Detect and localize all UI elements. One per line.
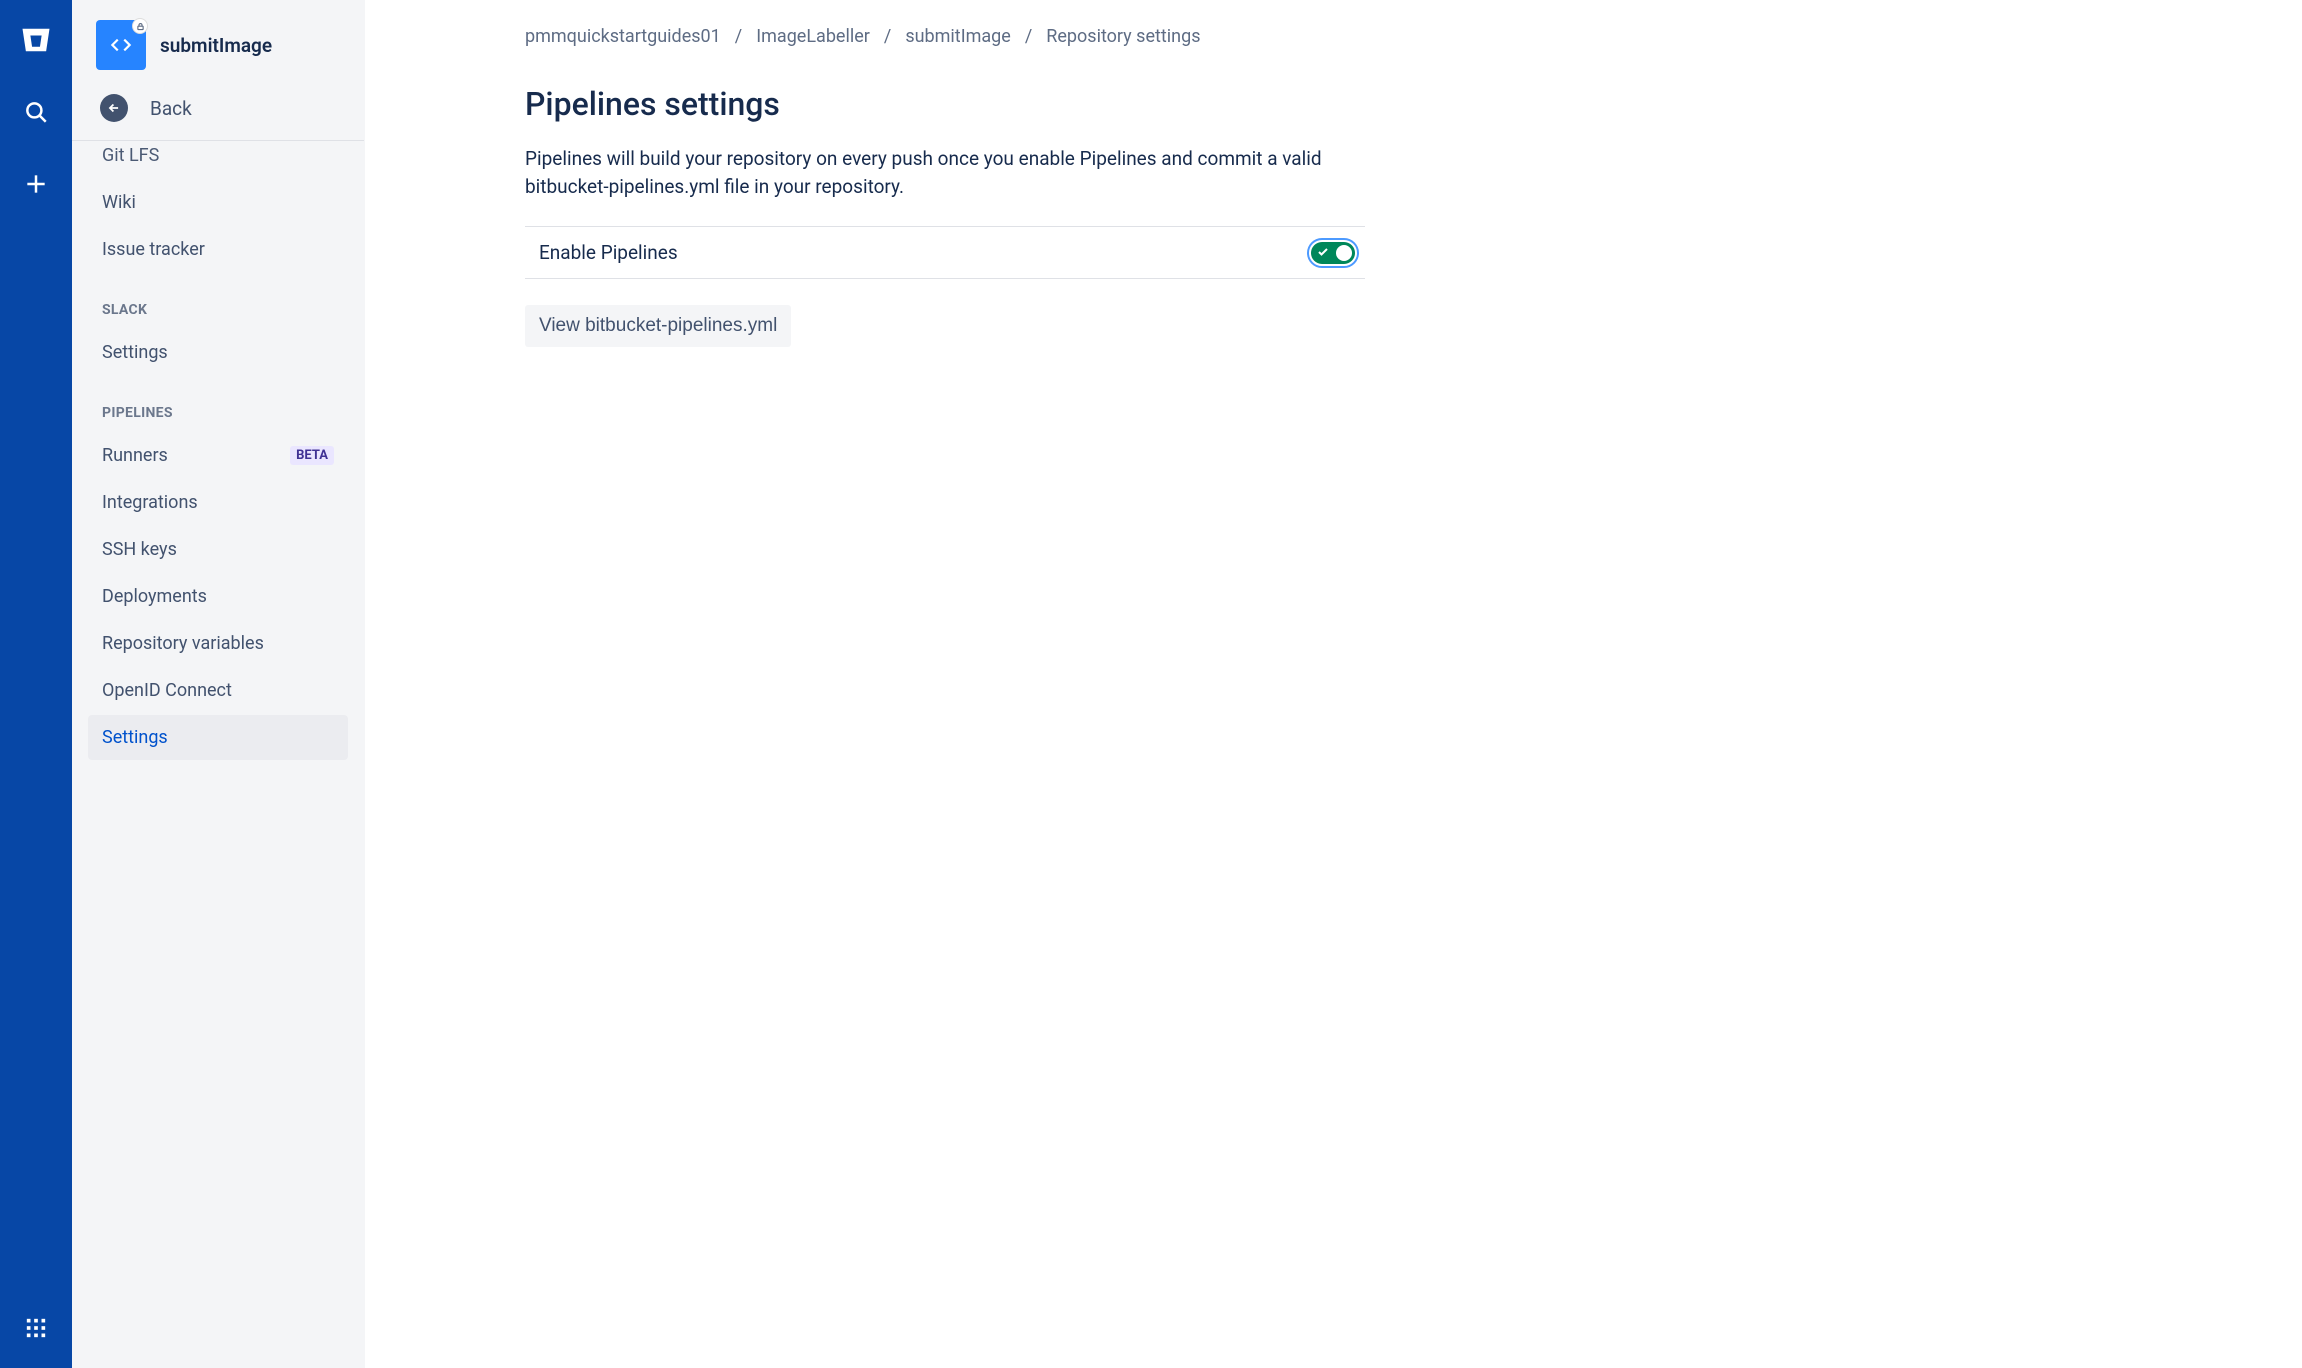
sidebar-item-label: Integrations [102, 492, 198, 513]
view-pipelines-yml-button[interactable]: View bitbucket-pipelines.yml [525, 305, 791, 347]
beta-badge: BETA [290, 446, 334, 465]
sidebar-item-label: Repository variables [102, 633, 264, 654]
main-content: pmmquickstartguides01 / ImageLabeller / … [365, 0, 2302, 1368]
sidebar-item-label: OpenID Connect [102, 680, 232, 701]
plus-icon[interactable] [14, 162, 58, 206]
sidebar-item-git-lfs[interactable]: Git LFS [88, 140, 348, 178]
sidebar-item-label: Settings [102, 727, 168, 748]
sidebar-back-button[interactable]: Back [72, 80, 364, 140]
breadcrumb-link[interactable]: pmmquickstartguides01 [525, 26, 721, 47]
toggle-track [1311, 242, 1355, 264]
bitbucket-logo-icon[interactable] [14, 18, 58, 62]
enable-pipelines-label: Enable Pipelines [539, 241, 678, 264]
sidebar-item-label: Git LFS [102, 145, 159, 166]
sidebar-section-title: SLACK [88, 274, 348, 328]
sidebar-item-wiki[interactable]: Wiki [88, 180, 348, 225]
toggle-knob [1336, 245, 1352, 261]
enable-pipelines-toggle[interactable] [1311, 242, 1355, 264]
sidebar-item-runners[interactable]: Runners BETA [88, 433, 348, 478]
sidebar-section-title: PIPELINES [88, 377, 348, 431]
back-label: Back [150, 97, 192, 120]
sidebar-item-openid-connect[interactable]: OpenID Connect [88, 668, 348, 713]
repo-sidebar: submitImage Back Git LFS Wiki Issue trac… [72, 0, 365, 1368]
sidebar-item-deployments[interactable]: Deployments [88, 574, 348, 619]
sidebar-scroll[interactable]: Git LFS Wiki Issue tracker SLACK Setting… [72, 140, 364, 1368]
sidebar-item-label: Deployments [102, 586, 207, 607]
back-arrow-icon [100, 94, 128, 122]
app-switcher-icon[interactable] [14, 1306, 58, 1350]
enable-pipelines-row: Enable Pipelines [525, 226, 1365, 279]
sidebar-item-ssh-keys[interactable]: SSH keys [88, 527, 348, 572]
search-icon[interactable] [14, 90, 58, 134]
lock-icon [132, 18, 148, 34]
page-title: Pipelines settings [525, 85, 2252, 123]
sidebar-item-slack-settings[interactable]: Settings [88, 330, 348, 375]
global-nav [0, 0, 72, 1368]
sidebar-item-label: SSH keys [102, 539, 177, 560]
sidebar-item-repository-variables[interactable]: Repository variables [88, 621, 348, 666]
sidebar-item-label: Wiki [102, 192, 136, 213]
breadcrumb-link[interactable]: submitImage [905, 26, 1011, 47]
breadcrumb-current[interactable]: Repository settings [1046, 26, 1200, 47]
sidebar-resize-handle[interactable] [362, 0, 365, 1368]
sidebar-item-label: Runners [102, 445, 168, 466]
sidebar-item-integrations[interactable]: Integrations [88, 480, 348, 525]
breadcrumb-separator: / [884, 26, 891, 47]
sidebar-item-pipelines-settings[interactable]: Settings [88, 715, 348, 760]
sidebar-header: submitImage [72, 0, 364, 80]
sidebar-item-issue-tracker[interactable]: Issue tracker [88, 227, 348, 272]
sidebar-item-label: Issue tracker [102, 239, 205, 260]
sidebar-item-label: Settings [102, 342, 168, 363]
repo-avatar [96, 20, 146, 70]
breadcrumb-separator: / [735, 26, 742, 47]
breadcrumb-link[interactable]: ImageLabeller [756, 26, 870, 47]
check-icon [1317, 246, 1329, 258]
breadcrumb-separator: / [1025, 26, 1032, 47]
breadcrumb: pmmquickstartguides01 / ImageLabeller / … [525, 26, 2252, 47]
repo-title: submitImage [160, 34, 272, 57]
page-description: Pipelines will build your repository on … [525, 145, 1395, 200]
